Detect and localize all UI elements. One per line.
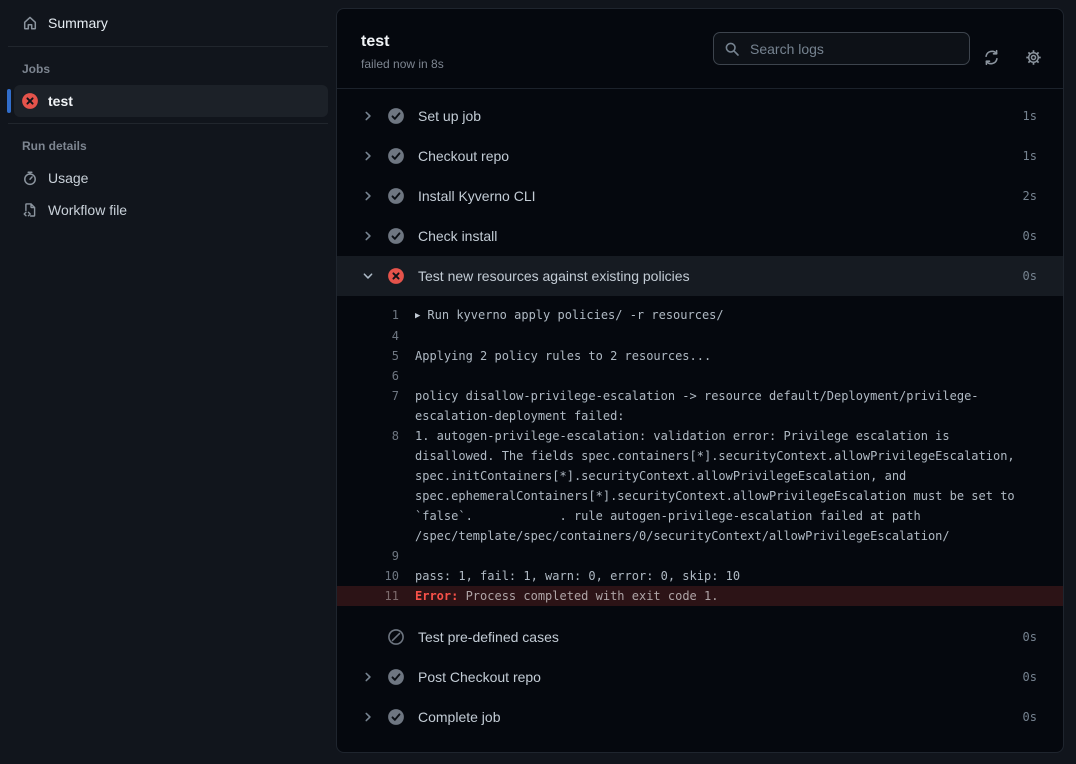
log-line-number[interactable]: 6	[337, 366, 399, 386]
step-name: Check install	[418, 228, 497, 244]
step-name: Checkout repo	[418, 148, 509, 164]
step-log: 1 ▶Run kyverno apply policies/ -r resourc…	[337, 296, 1063, 617]
log-settings-button[interactable]	[1024, 48, 1042, 66]
sidebar-item-workflow-file[interactable]: Workflow file	[14, 194, 328, 226]
chevron-right-icon	[361, 189, 375, 203]
log-line-number[interactable]: 10	[337, 566, 399, 586]
check-circle-icon	[387, 227, 405, 245]
log-line-text	[415, 326, 1036, 346]
stopwatch-icon	[21, 169, 39, 187]
check-circle-icon	[387, 147, 405, 165]
log-line-number[interactable]: 7	[337, 386, 399, 426]
log-line: 10 pass: 1, fail: 1, warn: 0, error: 0, s…	[337, 566, 1063, 586]
log-line: 1 ▶Run kyverno apply policies/ -r resourc…	[337, 305, 1063, 326]
check-circle-icon	[387, 708, 405, 726]
step-row[interactable]: Post Checkout repo 0s	[337, 657, 1063, 697]
step-row[interactable]: Checkout repo 1s	[337, 136, 1063, 176]
sidebar-item-job-test[interactable]: test	[14, 85, 328, 117]
log-line: 7 policy disallow-privilege-escalation ->…	[337, 386, 1063, 426]
chevron-right-icon	[361, 229, 375, 243]
step-duration: 1s	[1023, 149, 1037, 163]
home-icon	[21, 14, 39, 32]
sidebar-divider	[8, 123, 328, 124]
step-duration: 0s	[1023, 710, 1037, 724]
log-line-number[interactable]: 11	[337, 586, 399, 606]
log-line: 9	[337, 546, 1063, 566]
check-circle-icon	[387, 187, 405, 205]
sidebar-item-summary[interactable]: Summary	[0, 6, 336, 40]
run-details-section-label: Run details	[22, 139, 336, 153]
chevron-right-icon	[361, 109, 375, 123]
log-line-text: Error: Process completed with exit code …	[415, 586, 1036, 606]
log-line-text: policy disallow-privilege-escalation -> …	[415, 386, 1036, 426]
chevron-placeholder	[361, 630, 375, 644]
log-line-number[interactable]: 5	[337, 346, 399, 366]
gear-icon	[1025, 49, 1042, 66]
chevron-down-icon	[361, 269, 375, 283]
step-duration: 0s	[1023, 670, 1037, 684]
step-duration: 1s	[1023, 109, 1037, 123]
step-row[interactable]: Set up job 1s	[337, 96, 1063, 136]
check-circle-icon	[387, 107, 405, 125]
step-name: Test new resources against existing poli…	[418, 268, 690, 284]
step-duration: 0s	[1023, 269, 1037, 283]
log-line: 4	[337, 326, 1063, 346]
log-line-text	[415, 546, 1036, 566]
log-line-number[interactable]: 4	[337, 326, 399, 346]
error-message: Process completed with exit code 1.	[458, 589, 718, 603]
check-circle-icon	[387, 668, 405, 686]
search-icon	[724, 41, 740, 57]
chevron-right-icon	[361, 670, 375, 684]
log-line-number[interactable]: 9	[337, 546, 399, 566]
search-logs-input[interactable]	[748, 40, 959, 58]
sidebar-divider	[8, 46, 328, 47]
step-name: Complete job	[418, 709, 501, 725]
job-log-panel: test failed now in 8s	[336, 8, 1064, 753]
log-line-text: pass: 1, fail: 1, warn: 0, error: 0, ski…	[415, 566, 1036, 586]
step-row[interactable]: Install Kyverno CLI 2s	[337, 176, 1063, 216]
log-line-number[interactable]: 1	[337, 305, 399, 326]
error-label: Error:	[415, 589, 458, 603]
log-line-text: Applying 2 policy rules to 2 resources..…	[415, 346, 1036, 366]
job-log-header: test failed now in 8s	[337, 9, 1063, 89]
log-line-text: 1. autogen-privilege-escalation: validat…	[415, 426, 1036, 546]
sidebar: Summary Jobs test Run details Usage	[0, 0, 336, 226]
log-line-number[interactable]: 8	[337, 426, 399, 546]
skip-circle-icon	[387, 628, 405, 646]
step-duration: 0s	[1023, 229, 1037, 243]
x-circle-icon	[387, 267, 405, 285]
x-circle-icon	[21, 92, 39, 110]
step-row[interactable]: Check install 0s	[337, 216, 1063, 256]
log-line: 6	[337, 366, 1063, 386]
step-name: Test pre-defined cases	[418, 629, 559, 645]
refresh-logs-button[interactable]	[982, 48, 1000, 66]
step-duration: 0s	[1023, 630, 1037, 644]
jobs-section-label: Jobs	[22, 62, 336, 76]
workflow-file-label: Workflow file	[48, 202, 127, 218]
summary-label: Summary	[48, 15, 108, 31]
search-logs-box[interactable]	[713, 32, 970, 65]
step-name: Install Kyverno CLI	[418, 188, 536, 204]
step-row[interactable]: Test new resources against existing poli…	[337, 256, 1063, 296]
workflow-file-icon	[21, 201, 39, 219]
log-line-text[interactable]: ▶Run kyverno apply policies/ -r resource…	[415, 305, 1036, 326]
usage-label: Usage	[48, 170, 88, 186]
log-line: 5 Applying 2 policy rules to 2 resources.…	[337, 346, 1063, 366]
sync-icon	[983, 49, 1000, 66]
step-duration: 2s	[1023, 189, 1037, 203]
log-line-error: 11 Error: Process completed with exit cod…	[337, 586, 1063, 606]
log-line-text	[415, 366, 1036, 386]
step-row[interactable]: Test pre-defined cases 0s	[337, 617, 1063, 657]
steps-list: Set up job 1s Checkout repo 1s Install Kyver…	[337, 89, 1063, 737]
step-name: Set up job	[418, 108, 481, 124]
log-line: 81. autogen-privilege-escalation: valida…	[337, 426, 1063, 546]
sidebar-item-usage[interactable]: Usage	[14, 162, 328, 194]
job-item-label: test	[48, 93, 73, 109]
chevron-right-icon	[361, 710, 375, 724]
log-group-expand-icon: ▶	[415, 306, 420, 326]
chevron-right-icon	[361, 149, 375, 163]
step-name: Post Checkout repo	[418, 669, 541, 685]
step-row[interactable]: Complete job 0s	[337, 697, 1063, 737]
